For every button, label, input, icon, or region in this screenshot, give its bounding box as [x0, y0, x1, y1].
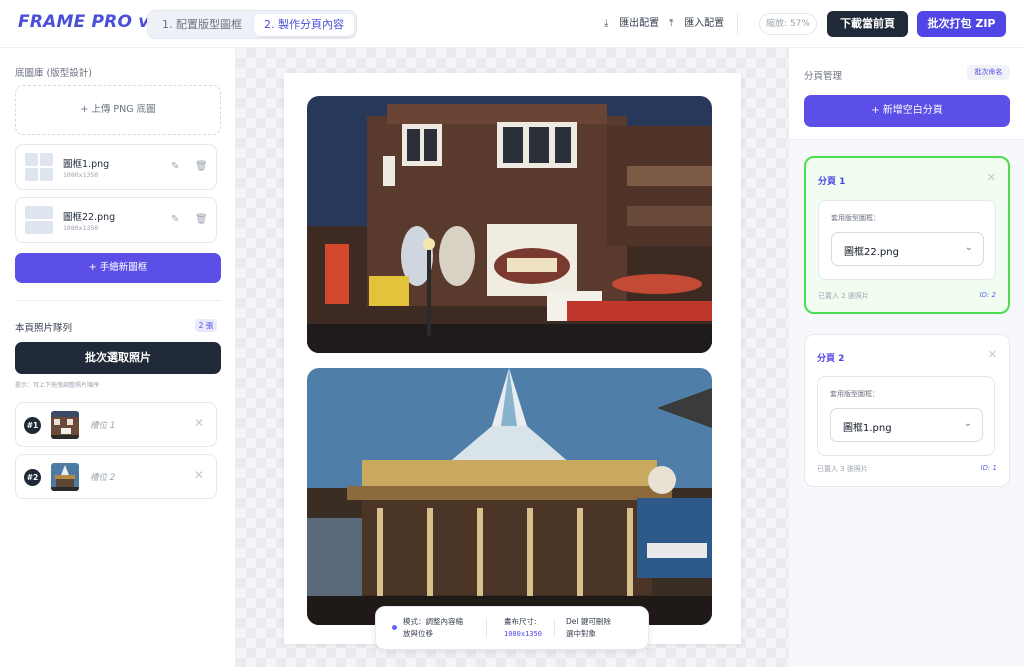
download-icon: ⤓: [604, 18, 609, 29]
photos-section-title: 本頁照片隊列: [15, 323, 73, 334]
zoom-indicator: 縮放: 57%: [759, 13, 817, 35]
frame-selector-box: 套用版型圖框： 圖框22.png ⌄: [818, 200, 996, 280]
page-list: 分頁 1 ✕ 套用版型圖框： 圖框22.png ⌄ 已置入 2 張照片 ID: …: [789, 140, 1024, 667]
pages-section-title: 分頁管理: [804, 71, 843, 82]
frame-thumbnail: [25, 153, 53, 181]
page-title: 分頁 1: [818, 177, 846, 187]
photos-count-badge: 2 張: [195, 319, 217, 332]
batch-select-photos-button[interactable]: 批次選取照片: [15, 342, 221, 374]
close-icon[interactable]: ✕: [988, 348, 997, 361]
page-photo-count: 已置入 3 張照片: [817, 465, 868, 473]
canvas-size-text: 畫布尺寸: 1080x1350: [504, 617, 542, 638]
slot-label: 槽位 2: [90, 473, 116, 483]
frame-select-label: 套用版型圖框：: [831, 214, 880, 222]
page-id: ID: 2: [979, 291, 997, 299]
frame-size: 1080x1350: [63, 224, 99, 232]
close-icon[interactable]: ✕: [987, 171, 996, 184]
frame-name: 圖框1.png: [63, 159, 110, 170]
export-config-button[interactable]: ⤓ 匯出配置: [604, 17, 659, 31]
chevron-down-icon: ⌄: [963, 418, 972, 429]
left-sidebar: 底圖庫 (版型設計) + 上傳 PNG 底圖 圖框1.png 1080x1350…: [0, 48, 236, 667]
batch-zip-button[interactable]: 批次打包 ZIP: [917, 11, 1006, 37]
page-photo-count: 已置入 2 張照片: [818, 292, 869, 300]
add-page-button[interactable]: + 新增空白分頁: [804, 95, 1010, 127]
import-config-button[interactable]: ⤒ 匯入配置: [669, 17, 724, 31]
right-sidebar: 分頁管理 批次命名 + 新增空白分頁 分頁 1 ✕ 套用版型圖框： 圖框22.p…: [788, 48, 1024, 667]
step-switcher: 1. 配置版型圖框 2. 製作分頁內容: [147, 10, 357, 39]
status-divider: [554, 618, 555, 638]
frame-select-value: 圖框22.png: [844, 247, 899, 258]
photo-slot-item[interactable]: #2 槽位 2 ✕: [15, 454, 217, 499]
frame-item[interactable]: 圖框22.png 1080x1350 ✎ 🗑: [15, 197, 217, 243]
export-config-label: 匯出配置: [619, 18, 660, 29]
status-bar: 模式：調整內容縮 放與位移 畫布尺寸: 1080x1350 Del 鍵可刪除 選中對…: [375, 606, 649, 650]
close-icon[interactable]: ✕: [194, 468, 204, 482]
frame-select[interactable]: 圖框1.png ⌄: [830, 408, 983, 442]
trash-icon[interactable]: 🗑: [195, 214, 208, 225]
drag-hint: 提示：可上下拖曳調整照片順序: [15, 382, 100, 389]
chevron-down-icon: ⌄: [964, 242, 973, 253]
upload-frame-dropzone[interactable]: + 上傳 PNG 底圖: [15, 85, 221, 135]
frame-name: 圖框22.png: [63, 212, 116, 223]
page-title: 分頁 2: [817, 354, 845, 364]
photo-slot-1[interactable]: [307, 96, 712, 353]
delete-hint-text: Del 鍵可刪除 選中對象: [566, 617, 611, 638]
photo-thumbnail: [51, 411, 79, 439]
trash-icon[interactable]: 🗑: [195, 161, 208, 172]
slot-number: #1: [24, 417, 41, 434]
slot-number: #2: [24, 469, 41, 486]
frame-selector-box: 套用版型圖框： 圖框1.png ⌄: [817, 376, 995, 456]
frame-item[interactable]: 圖框1.png 1080x1350 ✎ 🗑: [15, 144, 217, 190]
photo-slot-item[interactable]: #1 槽位 1 ✕: [15, 402, 217, 447]
carousel-photo: [307, 368, 712, 625]
import-config-label: 匯入配置: [684, 18, 725, 29]
status-dot: [392, 625, 397, 630]
pencil-icon[interactable]: ✎: [171, 214, 179, 225]
frame-select[interactable]: 圖框22.png ⌄: [831, 232, 984, 266]
sidebar-divider: [15, 300, 221, 301]
app-header: FRAME PRO v13 1. 配置版型圖框 2. 製作分頁內容 ⤓ 匯出配置…: [0, 0, 1024, 48]
frame-select-value: 圖框1.png: [843, 423, 892, 434]
frames-section-title: 底圖庫 (版型設計): [15, 68, 92, 79]
step-tab-layout[interactable]: 1. 配置版型圖框: [153, 14, 251, 36]
batch-rename-button[interactable]: 批次命名: [967, 65, 1010, 80]
frame-thumbnail: [25, 206, 53, 234]
page-canvas[interactable]: [284, 73, 741, 644]
slot-label: 槽位 1: [90, 421, 116, 431]
frame-select-label: 套用版型圖框：: [830, 390, 879, 398]
pencil-icon[interactable]: ✎: [171, 161, 179, 172]
page-card[interactable]: 分頁 1 ✕ 套用版型圖框： 圖框22.png ⌄ 已置入 2 張照片 ID: …: [804, 156, 1010, 314]
draw-frame-button[interactable]: + 手繪新圖框: [15, 253, 221, 283]
header-divider: [737, 14, 738, 34]
download-page-button[interactable]: 下載當前頁: [827, 11, 908, 37]
page-card[interactable]: 分頁 2 ✕ 套用版型圖框： 圖框1.png ⌄ 已置入 3 張照片 ID: 1: [804, 334, 1010, 487]
canvas-area: 模式：調整內容縮 放與位移 畫布尺寸: 1080x1350 Del 鍵可刪除 選中對…: [236, 48, 788, 667]
upload-icon: ⤒: [669, 18, 674, 29]
page-id: ID: 1: [980, 464, 998, 472]
photo-thumbnail: [51, 463, 79, 491]
status-divider: [486, 618, 487, 638]
building-photo: [307, 96, 712, 353]
close-icon[interactable]: ✕: [194, 416, 204, 430]
step-tab-content[interactable]: 2. 製作分頁內容: [254, 14, 354, 36]
photo-slot-2[interactable]: [307, 368, 712, 625]
frame-size: 1080x1350: [63, 171, 99, 179]
mode-text: 模式：調整內容縮 放與位移: [403, 617, 463, 638]
